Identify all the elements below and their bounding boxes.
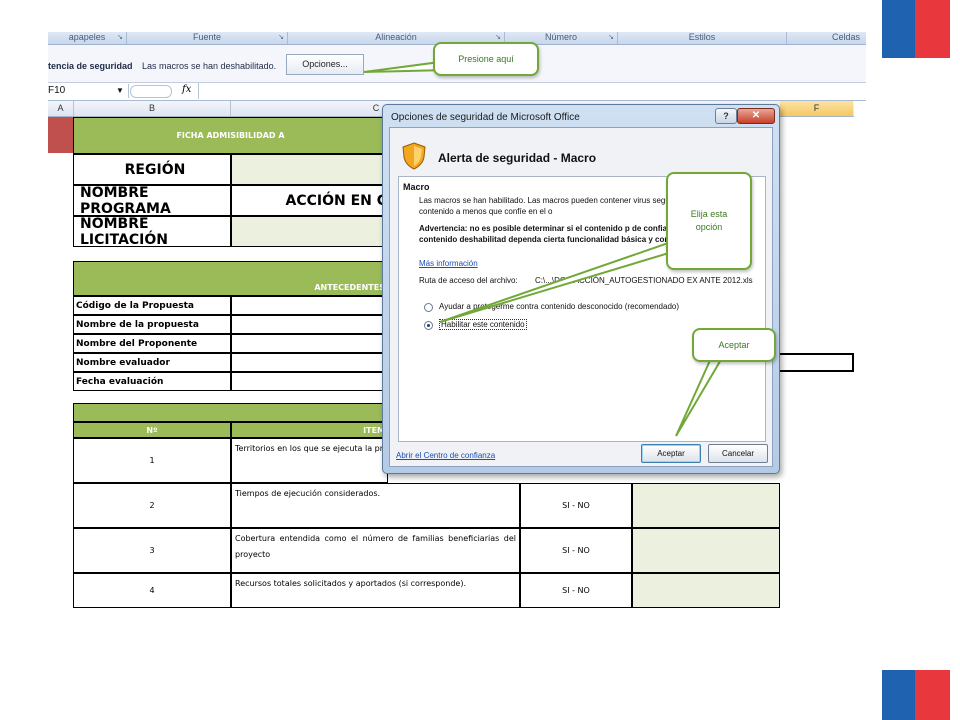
flag-red-stripe bbox=[915, 0, 950, 58]
help-button[interactable]: ? bbox=[715, 108, 737, 124]
flag-logo-top bbox=[882, 0, 950, 58]
programa-value-cell[interactable]: ACCIÓN EN C bbox=[231, 185, 388, 216]
formula-bar: F10 ▼ fx bbox=[48, 83, 866, 101]
callout-choose-option: Elija esta opción bbox=[666, 172, 752, 270]
ficha-title-cell[interactable]: FICHA ADMISIBILIDAD A bbox=[73, 117, 388, 154]
shield-icon bbox=[402, 142, 426, 170]
security-warning-text: Las macros se han deshabilitado. bbox=[142, 61, 277, 71]
formula-input[interactable] bbox=[198, 83, 867, 99]
field-value-cell[interactable] bbox=[231, 296, 388, 315]
region-label-cell[interactable]: REGIÓN bbox=[73, 154, 231, 185]
field-value-cell[interactable] bbox=[231, 372, 388, 391]
ribbon-group-label: Número bbox=[544, 32, 577, 42]
antecedentes-title-cell[interactable]: ANTECEDENTES bbox=[73, 261, 388, 296]
selected-cell-f10[interactable] bbox=[780, 353, 854, 372]
ribbon-group-fuente[interactable]: Fuente ↘ bbox=[127, 32, 288, 44]
security-options-dialog: Opciones de seguridad de Microsoft Offic… bbox=[382, 104, 780, 474]
name-box-value: F10 bbox=[48, 85, 66, 96]
ribbon-group-label: Estilos bbox=[688, 32, 716, 42]
table-row-num[interactable]: 4 bbox=[73, 573, 231, 608]
name-box[interactable]: F10 ▼ bbox=[48, 84, 129, 98]
field-label-cell[interactable]: Nombre del Proponente bbox=[73, 334, 231, 353]
security-warning-title: tencia de seguridad bbox=[48, 61, 133, 71]
table-row-item[interactable]: Cobertura entendida como el número de fa… bbox=[231, 528, 520, 573]
red-fill-cell bbox=[48, 117, 73, 153]
flag-blue-stripe bbox=[882, 0, 915, 58]
licitacion-value-cell[interactable] bbox=[231, 216, 388, 247]
ribbon-group-label: Celdas bbox=[831, 32, 860, 42]
callout-accept: Aceptar bbox=[692, 328, 776, 362]
dialog-launcher-icon[interactable]: ↘ bbox=[608, 33, 614, 43]
field-label-cell[interactable]: Nombre evaluador bbox=[73, 353, 231, 372]
column-header-a[interactable]: A bbox=[48, 101, 74, 116]
enable-content-radio[interactable] bbox=[424, 321, 433, 330]
licitacion-label-cell[interactable]: NOMBRE LICITACIÓN bbox=[73, 216, 231, 248]
protect-option-label[interactable]: Ayudar a protegerme contra contenido des… bbox=[439, 302, 679, 311]
ribbon-group-portapapeles[interactable]: apapeles ↘ bbox=[48, 32, 127, 44]
table-row-score[interactable] bbox=[632, 573, 780, 608]
cancel-button[interactable]: Cancelar bbox=[708, 444, 768, 463]
dialog-header: Alerta de seguridad - Macro bbox=[438, 151, 597, 165]
table-row-item[interactable]: Territorios en los que se ejecuta la pr bbox=[231, 438, 388, 483]
table-row-answer[interactable]: SI - NO bbox=[520, 573, 632, 608]
function-icon[interactable]: fx bbox=[182, 84, 191, 95]
dialog-launcher-icon[interactable]: ↘ bbox=[278, 33, 284, 43]
table-row-num[interactable]: 1 bbox=[73, 438, 231, 483]
formula-zoom-control[interactable] bbox=[130, 85, 172, 98]
ribbon-group-label: Alineación bbox=[375, 32, 417, 42]
table-row-num[interactable]: 2 bbox=[73, 483, 231, 528]
enable-content-label[interactable]: Habilitar este contenido bbox=[439, 319, 527, 330]
protect-radio[interactable] bbox=[424, 303, 433, 312]
more-info-link[interactable]: Más información bbox=[419, 259, 478, 268]
table-row-item[interactable]: Tiempos de ejecución considerados. bbox=[231, 483, 520, 528]
table-header-num[interactable]: Nº bbox=[73, 422, 231, 438]
ribbon-group-label: apapeles bbox=[68, 32, 106, 42]
options-button[interactable]: Opciones... bbox=[286, 54, 364, 75]
flag-red-stripe bbox=[915, 670, 950, 720]
accept-button[interactable]: Aceptar bbox=[641, 444, 701, 463]
chevron-down-icon[interactable]: ▼ bbox=[116, 84, 124, 98]
ribbon-group-label: Fuente bbox=[192, 32, 222, 42]
callout-press-here: Presione aquí bbox=[433, 42, 539, 76]
trust-center-link[interactable]: Abrir el Centro de confianza bbox=[396, 451, 495, 460]
path-value: C:\...\DOS\ACCIÓN_AUTOGESTIONADO EX ANTE… bbox=[535, 276, 753, 285]
flag-blue-stripe bbox=[882, 670, 915, 720]
field-value-cell[interactable] bbox=[231, 334, 388, 353]
field-value-cell[interactable] bbox=[231, 353, 388, 372]
field-label-cell[interactable]: Código de la Propuesta bbox=[73, 296, 231, 315]
field-value-cell[interactable] bbox=[231, 315, 388, 334]
close-button[interactable]: ✕ bbox=[737, 108, 775, 124]
path-label: Ruta de acceso del archivo: bbox=[419, 276, 518, 285]
table-row-num[interactable]: 3 bbox=[73, 528, 231, 573]
table-row-score[interactable] bbox=[632, 528, 780, 573]
section-title: Macro bbox=[403, 182, 430, 192]
region-value-cell[interactable] bbox=[231, 154, 388, 185]
flag-logo-bottom bbox=[882, 670, 950, 720]
dialog-launcher-icon[interactable]: ↘ bbox=[117, 33, 123, 43]
ribbon-group-celdas[interactable]: Celdas bbox=[787, 32, 866, 44]
field-label-cell[interactable]: Nombre de la propuesta bbox=[73, 315, 231, 334]
column-header-f[interactable]: F bbox=[780, 101, 853, 116]
table-row-score[interactable] bbox=[632, 483, 780, 528]
ribbon-group-estilos[interactable]: Estilos bbox=[618, 32, 787, 44]
table-row-answer[interactable]: SI - NO bbox=[520, 528, 632, 573]
table-row-item[interactable]: Recursos totales solicitados y aportados… bbox=[231, 573, 520, 608]
field-label-cell[interactable]: Fecha evaluación bbox=[73, 372, 231, 391]
column-header-b[interactable]: B bbox=[74, 101, 231, 116]
dialog-title: Opciones de seguridad de Microsoft Offic… bbox=[391, 112, 580, 123]
table-header-item[interactable]: ITEM bbox=[231, 422, 388, 438]
table-row-answer[interactable]: SI - NO bbox=[520, 483, 632, 528]
programa-label-cell[interactable]: NOMBRE PROGRAMA bbox=[73, 185, 231, 217]
